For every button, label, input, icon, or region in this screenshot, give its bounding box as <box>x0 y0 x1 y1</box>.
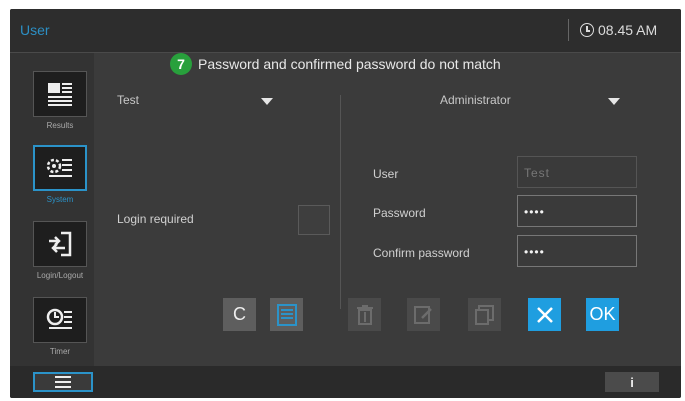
save-icon <box>276 303 297 326</box>
info-icon: i <box>630 374 634 390</box>
hamburger-menu-icon <box>55 376 71 388</box>
copy-button[interactable] <box>468 298 501 331</box>
sidebar-item-label: System <box>46 195 74 204</box>
clock: 08.45 AM <box>580 22 657 38</box>
timer-icon <box>33 297 87 343</box>
close-icon <box>536 306 553 323</box>
sidebar-item-timer[interactable]: Timer <box>33 297 93 369</box>
chevron-down-icon <box>608 98 620 105</box>
edit-icon <box>413 305 432 324</box>
confirm-password-field[interactable]: •••• <box>517 235 637 267</box>
user-field: Test <box>517 156 637 188</box>
error-message: 7 Password and confirmed password do not… <box>170 53 501 75</box>
results-icon <box>33 71 87 117</box>
info-button[interactable]: i <box>605 372 659 392</box>
ok-button[interactable]: OK <box>586 298 619 331</box>
clear-button[interactable]: C <box>223 298 256 331</box>
panel-divider <box>340 95 341 309</box>
sidebar-item-label: Login/Logout <box>36 271 84 280</box>
password-label: Password <box>373 206 426 220</box>
sidebar-item-results[interactable]: Results <box>33 71 93 143</box>
confirm-password-label: Confirm password <box>373 246 470 260</box>
menu-button[interactable] <box>33 372 93 392</box>
login-required-checkbox[interactable] <box>298 205 330 235</box>
password-field[interactable]: •••• <box>517 195 637 227</box>
sidebar: Results System Login/Logout Timer <box>10 53 94 366</box>
user-select[interactable]: Test <box>117 93 273 113</box>
clock-icon <box>580 23 594 37</box>
topbar-divider <box>568 19 569 41</box>
bottom-bar: i <box>10 366 681 398</box>
system-icon <box>33 145 87 191</box>
delete-button[interactable] <box>348 298 381 331</box>
sidebar-item-login-logout[interactable]: Login/Logout <box>33 221 93 293</box>
save-button[interactable] <box>270 298 303 331</box>
sidebar-item-system[interactable]: System <box>33 145 93 217</box>
chevron-down-icon <box>261 98 273 105</box>
copy-icon <box>474 304 494 325</box>
role-select-value: Administrator <box>440 93 511 107</box>
device-screen: User 08.45 AM Results System Login/Logou… <box>10 9 681 398</box>
role-select[interactable]: Administrator <box>370 93 620 113</box>
message-text: Password and confirmed password do not m… <box>198 56 501 72</box>
edit-button[interactable] <box>407 298 440 331</box>
cancel-button[interactable] <box>528 298 561 331</box>
login-logout-icon <box>33 221 87 267</box>
message-number-badge: 7 <box>170 53 192 75</box>
user-select-value: Test <box>117 93 140 107</box>
top-bar: User 08.45 AM <box>10 9 681 53</box>
user-label: User <box>373 167 399 181</box>
window-title: User <box>20 22 50 38</box>
login-required-label: Login required <box>117 212 194 226</box>
sidebar-item-label: Timer <box>49 347 71 356</box>
trash-icon <box>356 304 373 325</box>
clock-time: 08.45 AM <box>598 22 658 38</box>
sidebar-item-label: Results <box>46 121 74 130</box>
